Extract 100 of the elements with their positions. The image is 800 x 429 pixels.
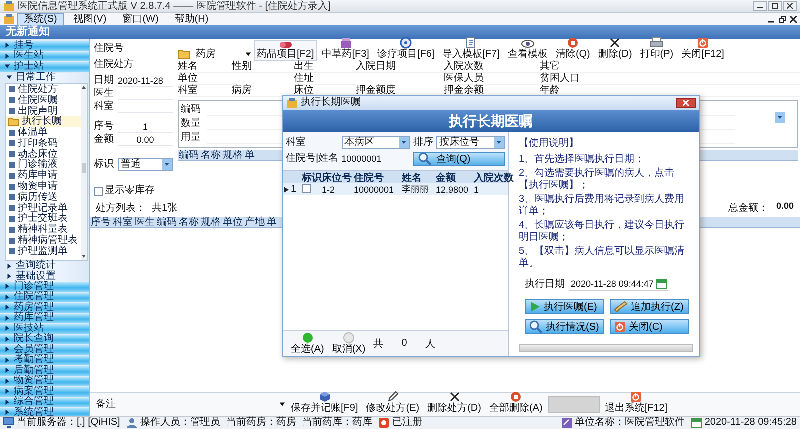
sidebar-item[interactable]: 精神病管理表 (6, 235, 81, 246)
field-label: 备注 (96, 398, 116, 410)
field-label: 住院号 (94, 43, 125, 55)
toolbar-button[interactable]: 全部删除(A) (486, 394, 546, 415)
sidebar-group[interactable]: 系统管理 (0, 408, 89, 416)
pharmacy-dropdown[interactable]: 药房 (194, 48, 252, 61)
sidebar-item[interactable]: 住院医嘱 (6, 94, 81, 106)
sidebar-item[interactable]: 住院处方 (6, 84, 81, 95)
sidebar-group[interactable]: 住院管理 (0, 292, 89, 303)
sidebar-item[interactable]: 护理记录单 (6, 202, 81, 214)
sidebar-item[interactable]: 护理监测单 (6, 246, 81, 257)
count-value: 0 (400, 338, 408, 349)
pill-icon (278, 41, 293, 49)
column-header: 产地 (244, 217, 266, 227)
count-label: 人 (425, 338, 436, 350)
column-header: 单 (266, 217, 278, 227)
toolbar-button[interactable]: 修改处方(E) (363, 394, 423, 415)
power-icon (614, 320, 626, 332)
close-icon (787, 3, 793, 9)
sidebar-item[interactable]: 护士交班表 (6, 214, 81, 224)
sort-dropdown[interactable]: 按床位号 (436, 136, 505, 149)
toolbar-button[interactable]: 诊疗项目[F6] (374, 40, 438, 61)
cross-icon (609, 37, 622, 49)
sidebar-group[interactable]: 院长查询 (0, 334, 89, 345)
close-icon[interactable] (790, 16, 797, 22)
app-icon (3, 0, 15, 12)
restore-icon[interactable] (779, 16, 786, 22)
department-dropdown[interactable]: 本病区 (342, 136, 410, 149)
toolbar-button[interactable]: 导入模板[F7] (440, 40, 503, 61)
field-label: 出生 (294, 60, 314, 72)
sidebar-group[interactable]: 考勤管理 (0, 356, 89, 366)
menu-item[interactable]: 帮助(H) (168, 12, 216, 26)
sidebar-group[interactable]: 医生站 (0, 52, 89, 62)
sidebar-group[interactable]: 药库管理 (0, 314, 89, 324)
printer-icon (650, 37, 664, 49)
field-value: 1 (118, 121, 173, 133)
help-title: 【使用说明】 (519, 138, 580, 150)
sidebar-item[interactable]: 动态床位 (6, 148, 81, 160)
toolbar-button[interactable]: 删除处方(D) (424, 394, 484, 415)
table-cell-text: 12.9800 (435, 184, 470, 194)
menu-item[interactable]: 窗口(W) (116, 12, 166, 26)
field-label: 押金额度 (356, 84, 396, 96)
column-header: 标识 (301, 172, 321, 185)
user-icon (126, 417, 138, 429)
app-icon (3, 13, 15, 25)
sidebar-group[interactable]: 后勤管理 (0, 366, 89, 376)
close-button[interactable] (676, 98, 696, 108)
toolbar-button[interactable]: 保存并记账[F9] (288, 394, 362, 415)
scrollbar[interactable] (81, 84, 87, 260)
menu-item[interactable]: 系统(S) (17, 12, 64, 26)
dot-icon (343, 332, 356, 344)
checkbox[interactable] (94, 186, 103, 196)
sidebar-item[interactable]: 门诊输液 (6, 160, 81, 170)
menu-item[interactable]: 视图(V) (66, 12, 114, 26)
sidebar-item[interactable]: 药库申请 (6, 170, 81, 182)
field-label: 病房 (232, 84, 252, 96)
sidebar-item[interactable]: 出院声明 (6, 106, 81, 116)
search-field[interactable]: 10000001 (342, 154, 410, 164)
date-picker[interactable]: 2020-11-28 09:44:47 (569, 278, 668, 291)
toolbar-button[interactable]: 删除(D) (595, 40, 636, 61)
action-button[interactable]: 执行医嘱(E) (525, 299, 604, 314)
select-all-button[interactable]: 全选(A) (291, 332, 324, 355)
action-button[interactable]: 追加执行(Z) (610, 299, 689, 314)
toolbar-button[interactable]: 中草药[F3] (319, 40, 372, 61)
close-button[interactable] (783, 1, 797, 11)
maximize-button[interactable] (768, 1, 782, 11)
checkbox[interactable] (302, 184, 311, 193)
toolbar-button[interactable]: 关闭[F12] (678, 40, 728, 61)
field-value: 2020-11-28 (118, 75, 173, 87)
help-text: 2、勾选需要执行医嘱的病人，点击【执行医嘱】； (519, 168, 676, 192)
field-value: 0.00 (118, 134, 173, 146)
sidebar-group[interactable]: 护士站 (0, 62, 89, 72)
sidebar-item[interactable]: 物资申请 (6, 181, 81, 192)
search-button[interactable]: 查询(Q) (413, 152, 505, 166)
action-button[interactable]: 关闭(C) (610, 319, 689, 334)
sidebar-group[interactable]: 综合管理 (0, 398, 89, 408)
table-row[interactable]: 1 1-2 10000001 李丽丽 12.9800 1 (283, 183, 508, 195)
toolbar-button[interactable]: 打印(P) (637, 40, 677, 61)
minimize-button[interactable] (753, 1, 767, 11)
window-title: 医院信息管理系统正式版 V 2.8.7.4 —— 医院管理软件 - [住院处方录入] (18, 0, 332, 12)
sidebar-item[interactable]: 打印条码 (6, 138, 81, 149)
sidebar-group[interactable]: 物资管理 (0, 376, 89, 387)
sidebar-item[interactable]: 精神科量表 (6, 224, 81, 236)
status-text: 操作人员：管理员 (140, 417, 220, 429)
eye-icon (520, 39, 535, 49)
toolbar-button[interactable]: 药品项目[F2] (254, 40, 318, 61)
cancel-button[interactable]: 取消(X) (332, 332, 366, 355)
field-label: 床位 (294, 84, 314, 96)
flag-dropdown[interactable]: 普通 (118, 158, 173, 171)
toolbar-button[interactable]: 退出系统[F12] (602, 394, 671, 415)
toolbar-button[interactable]: 清除(Q) (552, 40, 594, 61)
field-label: 姓名 (178, 60, 198, 72)
folder-icon (178, 49, 192, 61)
column-header: 入院次数 (473, 172, 514, 185)
sidebar-item[interactable]: 体温单 (6, 127, 81, 138)
calendar-icon (690, 417, 703, 429)
toolbar-button[interactable]: 查看模板 (504, 40, 551, 61)
action-button[interactable]: 执行情况(S) (525, 319, 604, 334)
sidebar-item[interactable]: 执行长嘱 (6, 116, 81, 128)
sidebar-item[interactable]: 病历传送 (6, 192, 81, 203)
